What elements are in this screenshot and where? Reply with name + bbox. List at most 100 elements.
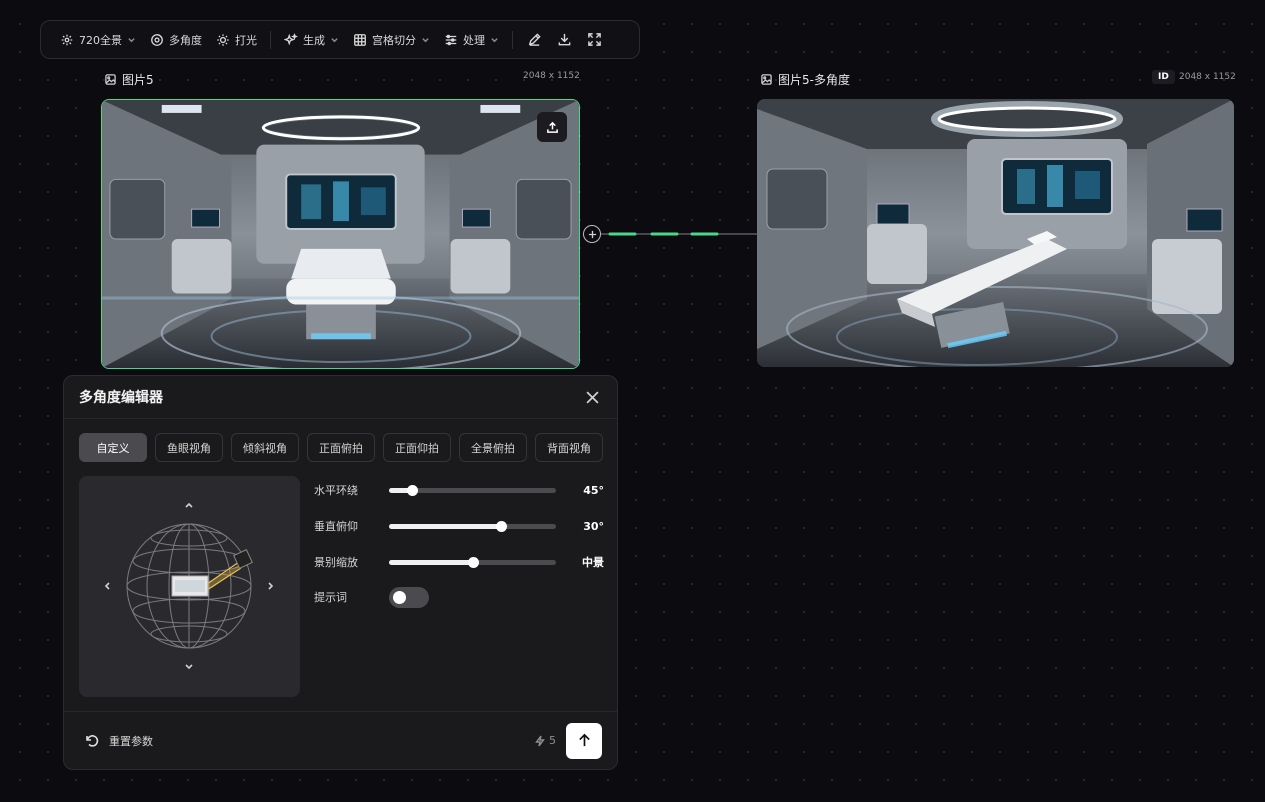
tab-fisheye[interactable]: 鱼眼视角 [155, 433, 223, 462]
shot-zoom-slider[interactable] [389, 556, 556, 568]
pencil-icon [528, 33, 541, 46]
prompt-control: 提示词 [314, 586, 604, 608]
vertical-tilt-slider[interactable] [389, 520, 556, 532]
sparkles-icon [284, 32, 298, 45]
image-icon [105, 74, 116, 85]
tab-tilted[interactable]: 倾斜视角 [231, 433, 299, 462]
upload-icon [546, 121, 558, 133]
edit-button[interactable] [519, 26, 549, 54]
angle-left-button[interactable] [98, 577, 116, 595]
plus-icon [588, 230, 596, 238]
chevron-down-icon [491, 38, 498, 43]
node-connector [580, 224, 760, 244]
panorama-button[interactable]: 720全景 [53, 26, 143, 54]
grid-icon [354, 33, 366, 46]
panorama-icon [61, 34, 73, 45]
toggle-knob [393, 590, 406, 604]
fullscreen-button[interactable] [579, 26, 609, 54]
top-toolbar: 720全景 多角度 打光 生成 宫格切分 处理 [40, 20, 640, 59]
multi-angle-editor-panel: 多角度编辑器 自定义 鱼眼视角 倾斜视角 正面俯拍 正面仰拍 全景俯拍 背面视角 [63, 375, 618, 770]
download-icon [558, 33, 570, 46]
generate-button[interactable]: 生成 [277, 26, 346, 54]
add-node-button[interactable] [583, 225, 601, 243]
vertical-tilt-value: 30° [583, 519, 604, 533]
slider-thumb[interactable] [467, 556, 479, 568]
result-image[interactable] [757, 99, 1234, 367]
scifi-medical-room-image [102, 100, 579, 368]
close-button[interactable] [581, 386, 603, 408]
camera-angle-preview[interactable] [79, 476, 300, 697]
credit-value: 5 [549, 734, 556, 747]
arrow-up-icon [578, 733, 590, 747]
lightning-icon [535, 735, 545, 746]
angle-down-button[interactable] [180, 658, 198, 676]
sun-icon [217, 33, 229, 46]
chevron-left-icon [104, 582, 110, 590]
image-icon [761, 74, 772, 85]
vertical-tilt-control: 垂直俯仰 30° [314, 516, 604, 536]
chevron-down-icon [422, 38, 429, 43]
angle-right-button[interactable] [262, 577, 280, 595]
toolbar-divider [512, 30, 513, 49]
horizontal-orbit-value: 45° [583, 483, 604, 497]
prompt-toggle[interactable] [389, 586, 429, 608]
angle-up-button[interactable] [180, 496, 198, 514]
close-icon [585, 390, 599, 404]
reset-icon [86, 734, 99, 747]
sliders-icon [445, 34, 457, 45]
chevron-right-icon [268, 582, 274, 590]
chevron-down-icon [185, 664, 193, 670]
tab-front-low-angle[interactable]: 正面仰拍 [383, 433, 451, 462]
horizontal-orbit-control: 水平环绕 45° [314, 480, 604, 500]
prompt-label: 提示词 [314, 591, 347, 604]
scifi-medical-room-angled-image [757, 99, 1234, 367]
right-card-title: 图片5-多角度 [761, 71, 850, 88]
panel-title: 多角度编辑器 [79, 390, 163, 406]
lighting-label: 打光 [235, 33, 257, 47]
right-card-dimensions: 2048 x 1152 [1179, 72, 1236, 82]
chevron-down-icon [331, 38, 338, 43]
slider-fill [389, 559, 473, 565]
lighting-button[interactable]: 打光 [209, 26, 264, 54]
expand-icon [587, 33, 601, 46]
grid-split-label: 宫格切分 [372, 33, 416, 47]
chevron-down-icon [128, 38, 135, 43]
panel-footer: 重置参数 5 [64, 711, 617, 769]
credit-cost: 5 [534, 734, 556, 747]
slider-thumb[interactable] [495, 520, 507, 532]
submit-button[interactable] [566, 722, 602, 759]
id-badge: ID [1152, 70, 1175, 84]
vertical-tilt-label: 垂直俯仰 [314, 520, 358, 533]
process-button[interactable]: 处理 [437, 26, 506, 54]
slider-thumb[interactable] [407, 484, 419, 496]
multi-angle-button[interactable]: 多角度 [143, 26, 209, 54]
right-card-title-text: 图片5-多角度 [778, 73, 850, 87]
shot-zoom-value: 中景 [582, 556, 604, 569]
chevron-up-icon [185, 502, 193, 508]
slider-fill [389, 523, 501, 529]
reset-params-button[interactable]: 重置参数 [84, 733, 153, 749]
horizontal-orbit-label: 水平环绕 [314, 484, 358, 497]
left-card-title: 图片5 [105, 71, 154, 88]
shot-zoom-control: 景别缩放 中景 [314, 552, 604, 572]
rotate-camera-icon [151, 33, 163, 46]
tab-custom[interactable]: 自定义 [79, 433, 147, 462]
panel-header: 多角度编辑器 [64, 376, 617, 419]
preset-tabs: 自定义 鱼眼视角 倾斜视角 正面俯拍 正面仰拍 全景俯拍 背面视角 [79, 433, 603, 462]
upload-button[interactable] [537, 112, 567, 142]
tab-front-top-down[interactable]: 正面俯拍 [307, 433, 375, 462]
source-image[interactable] [101, 99, 580, 369]
process-label: 处理 [463, 33, 485, 47]
tab-panorama-top-down[interactable]: 全景俯拍 [459, 433, 527, 462]
left-card-title-text: 图片5 [122, 73, 154, 87]
reset-label: 重置参数 [109, 734, 153, 748]
grid-split-button[interactable]: 宫格切分 [346, 26, 437, 54]
tab-back-view[interactable]: 背面视角 [535, 433, 603, 462]
panorama-label: 720全景 [79, 33, 122, 47]
generate-label: 生成 [303, 33, 325, 47]
horizontal-orbit-slider[interactable] [389, 484, 556, 496]
multi-angle-label: 多角度 [169, 33, 202, 47]
shot-zoom-label: 景别缩放 [314, 556, 358, 569]
download-button[interactable] [549, 26, 579, 54]
left-card-dimensions: 2048 x 1152 [523, 71, 580, 81]
